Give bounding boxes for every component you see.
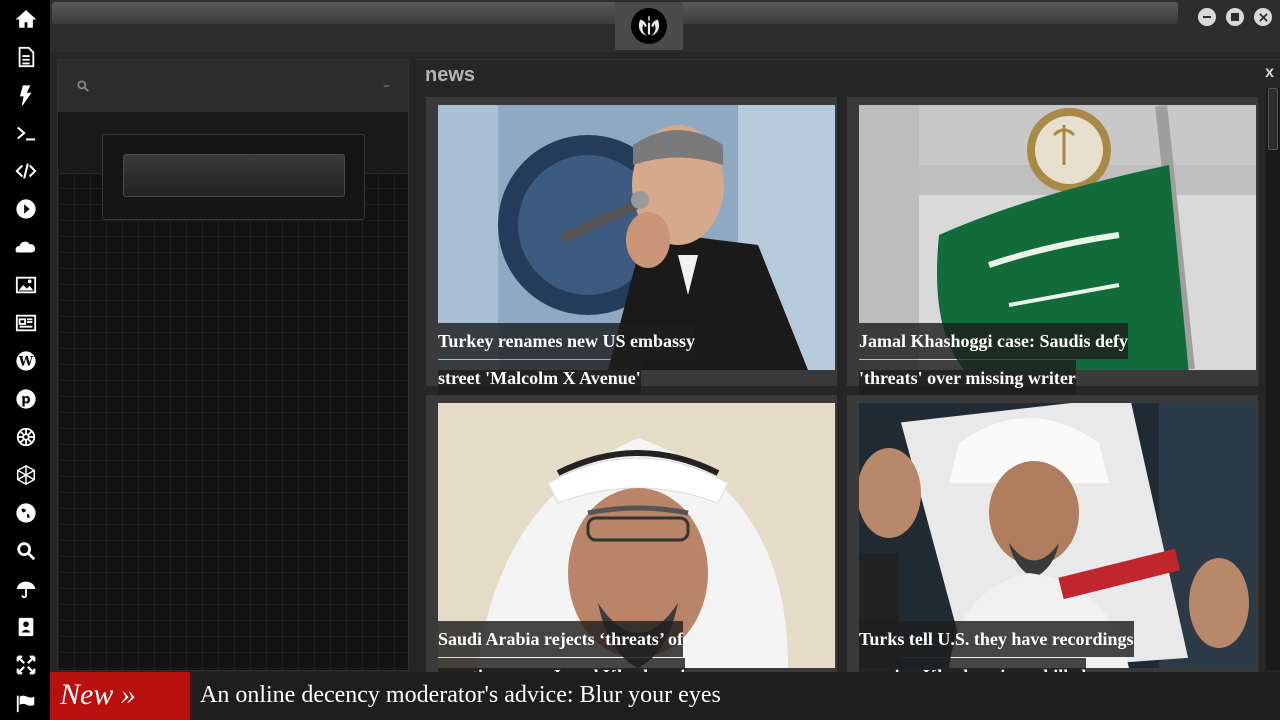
newspaper-icon[interactable] <box>13 310 39 336</box>
ticker-headline[interactable]: An online decency moderator's advice: Bl… <box>200 672 721 720</box>
code-icon[interactable] <box>13 158 39 184</box>
svg-text:p: p <box>21 393 30 408</box>
sidebar: W p <box>0 0 50 720</box>
search-icon[interactable] <box>13 538 39 564</box>
left-panel: – <box>57 59 409 671</box>
terminal-icon[interactable] <box>13 120 39 146</box>
home-icon[interactable] <box>13 6 39 32</box>
logo-tab[interactable] <box>615 2 683 50</box>
document-icon[interactable] <box>13 44 39 70</box>
wordpress-icon[interactable]: W <box>13 348 39 374</box>
rebel-alliance-icon <box>631 8 667 44</box>
top-bar <box>50 0 1280 52</box>
cloud-icon[interactable] <box>13 234 39 260</box>
news-card[interactable]: Jamal Khashoggi case: Saudis defy 'threa… <box>847 97 1258 396</box>
news-card[interactable]: Turks tell U.S. they have recordings pro… <box>847 395 1258 694</box>
news-panel-title: news <box>425 64 476 86</box>
news-panel: news x Turkey renames new US embassy str… <box>416 59 1280 694</box>
news-headline[interactable]: Turkey renames new US embassy street 'Ma… <box>438 323 738 397</box>
news-close-button[interactable]: x <box>1265 64 1274 82</box>
play-icon[interactable] <box>13 196 39 222</box>
bolt-icon[interactable] <box>13 82 39 108</box>
search-icon <box>77 80 89 92</box>
widget-box <box>102 134 365 220</box>
empire-icon[interactable] <box>13 424 39 450</box>
contacts-icon[interactable] <box>13 614 39 640</box>
svg-text:W: W <box>18 355 34 370</box>
flag-icon[interactable] <box>13 690 39 716</box>
collapse-icon[interactable]: – <box>383 78 390 94</box>
umbrella-icon[interactable] <box>13 576 39 602</box>
news-card[interactable]: Saudi Arabia rejects ‘threats’ of sancti… <box>426 395 837 694</box>
news-card[interactable]: Turkey renames new US embassy street 'Ma… <box>426 97 837 396</box>
news-headline[interactable]: Jamal Khashoggi case: Saudis defy 'threa… <box>859 323 1159 397</box>
maximize-button[interactable] <box>1226 8 1244 26</box>
image-icon[interactable] <box>13 272 39 298</box>
news-scrollbar[interactable] <box>1266 88 1280 670</box>
news-ticker: New » An online decency moderator's advi… <box>50 672 1280 720</box>
minimize-button[interactable] <box>1198 8 1216 26</box>
network-icon[interactable] <box>13 462 39 488</box>
close-window-button[interactable] <box>1254 8 1272 26</box>
globe-icon[interactable] <box>13 500 39 526</box>
pinterest-icon[interactable]: p <box>13 386 39 412</box>
scrollbar-thumb[interactable] <box>1268 88 1278 150</box>
expand-icon[interactable] <box>13 652 39 678</box>
panel-search-bar[interactable]: – <box>58 60 408 112</box>
ticker-label: New » <box>50 672 190 720</box>
widget-input[interactable] <box>123 154 345 197</box>
